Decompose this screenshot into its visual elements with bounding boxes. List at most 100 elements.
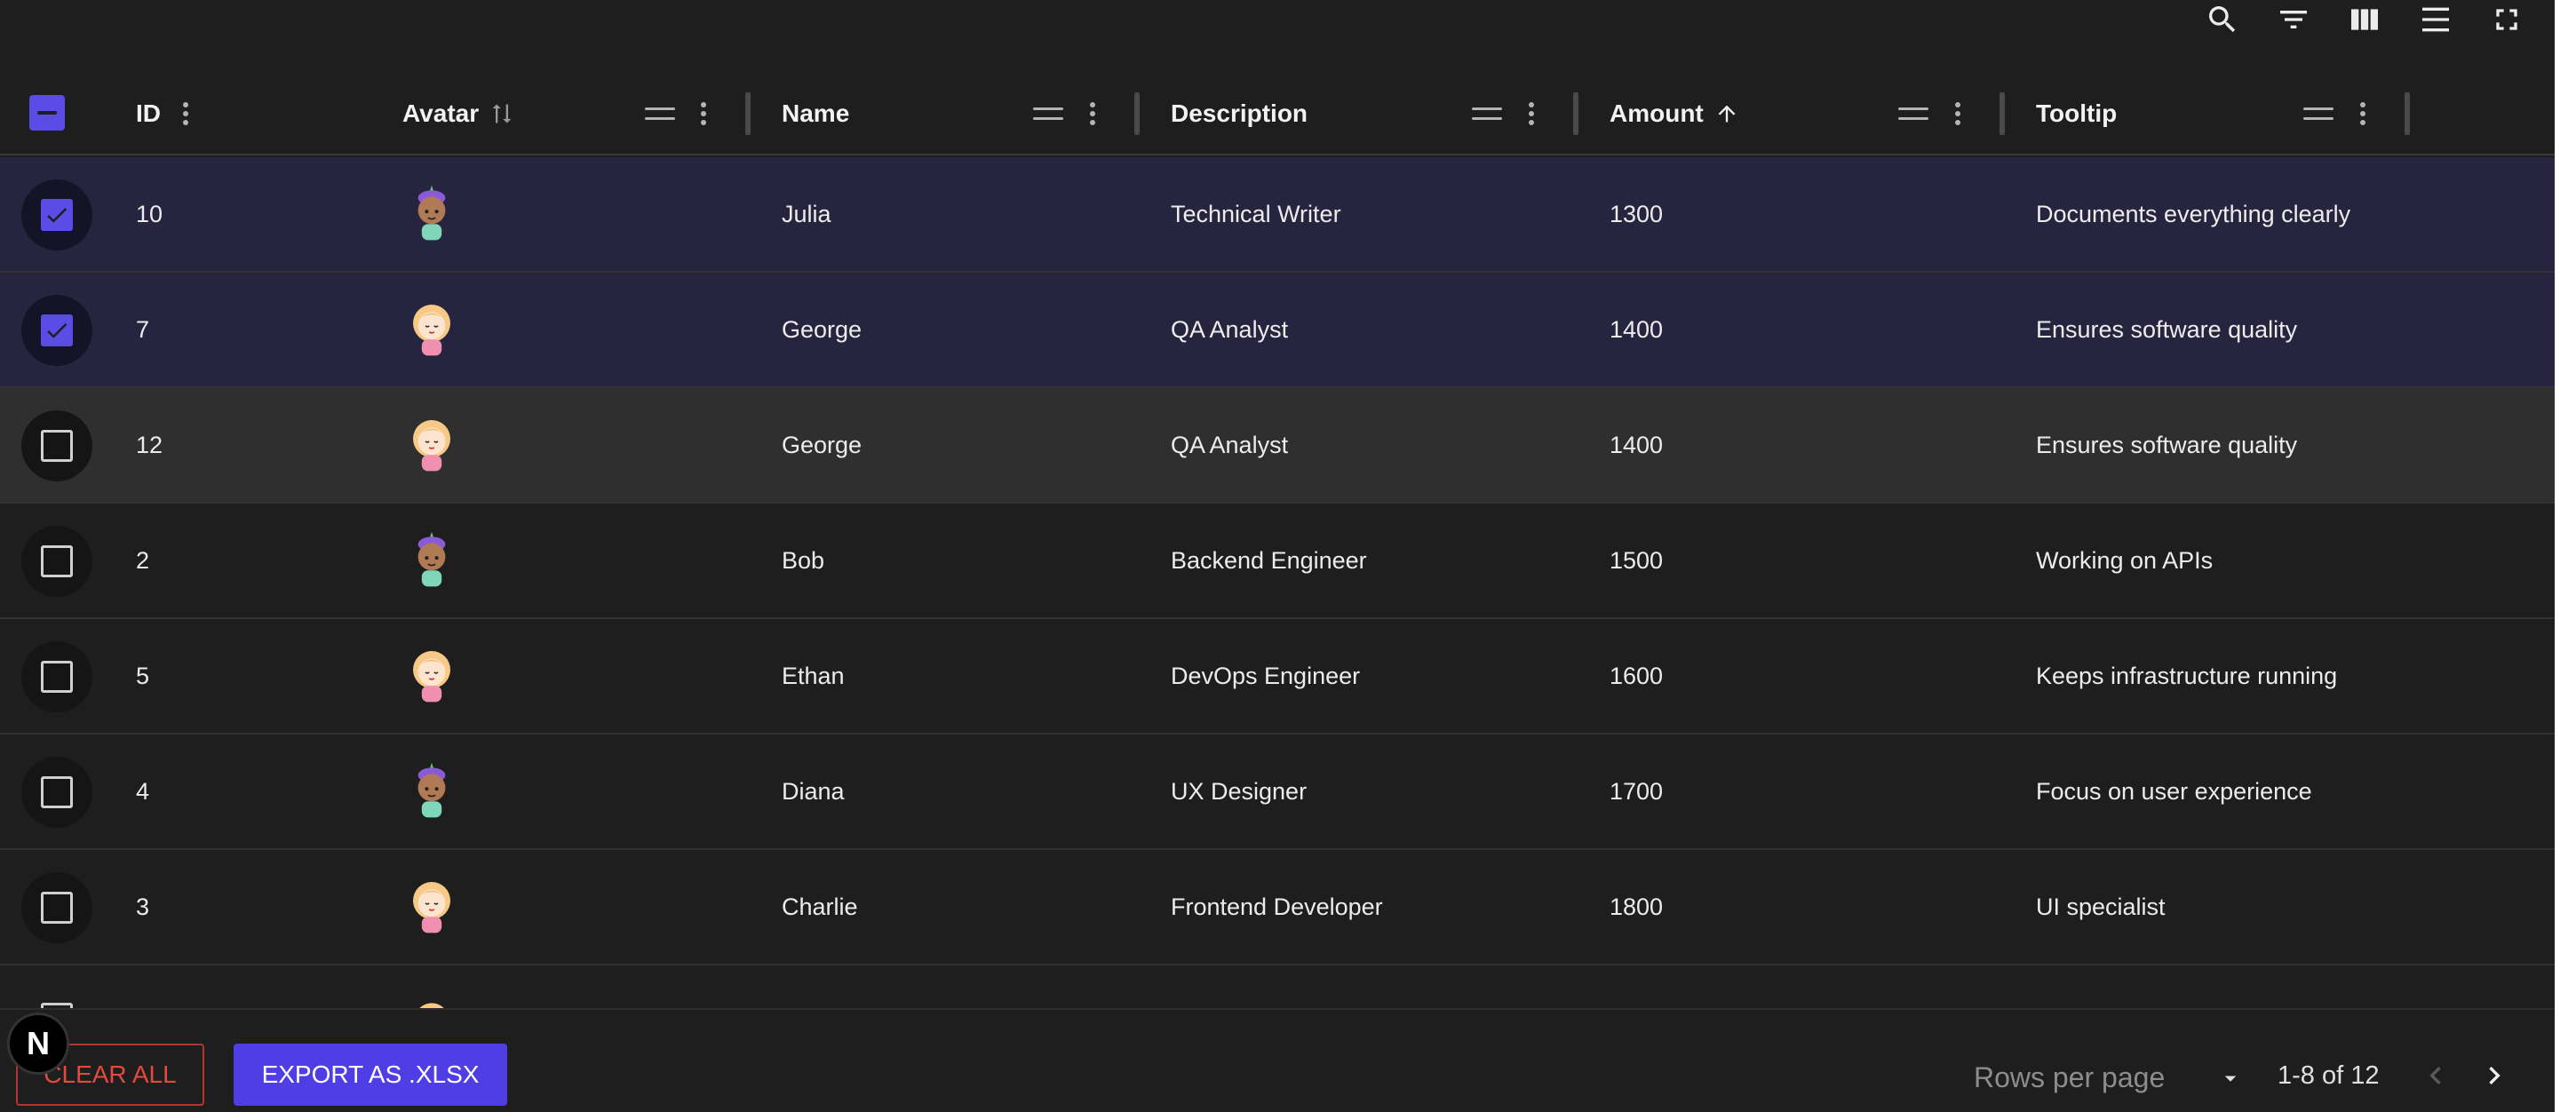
table-row[interactable]: 5 Ethan DevOps Engineer 1600 Keeps infrastru… [0,619,2555,735]
sort-ascending-icon[interactable] [1714,101,1739,126]
n-badge-icon[interactable]: N [7,1013,69,1075]
purple-avatar-icon [407,157,457,271]
column-menu-icon[interactable] [175,98,196,130]
column-drag-handle[interactable] [1472,71,1502,155]
cell-id: 5 [136,662,150,689]
column-resize-handle[interactable] [1134,92,1140,135]
column-menu-icon[interactable] [1947,71,1968,155]
data-grid: ID Avatar Name Description Amount Toolti… [0,0,2555,1112]
density-icon[interactable] [2418,2,2453,37]
search-icon[interactable] [2205,2,2240,37]
purple-avatar-icon [407,735,457,848]
cell-description: Backend Engineer [1171,546,1367,574]
pagination-range: 1-8 of 12 [2278,1061,2380,1090]
cell-amount: 1600 [1610,662,1664,689]
cell-name: George [782,431,863,458]
column-resize-handle[interactable] [2000,92,2005,135]
cell-id: 10 [136,200,163,227]
column-header-tooltip[interactable]: Tooltip [2036,71,2117,155]
cell-name: Julia [782,200,831,227]
table-row[interactable]: 2 Bob Backend Engineer 1500 Working on APIs [0,504,2555,619]
blonde-avatar-icon [407,273,457,386]
cell-description: QA Analyst [1171,315,1289,343]
column-menu-icon[interactable] [1082,71,1103,155]
cell-tooltip: Ensures software quality [2036,315,2298,343]
caret-down-icon [2224,1076,2237,1082]
cell-name: Ethan [782,662,845,689]
rows-per-page-label: Rows per page [1974,1061,2166,1093]
chevron-left-icon [2429,1067,2441,1084]
rows-per-page-dropdown[interactable] [2217,1065,2244,1092]
columns-icon[interactable] [2347,2,2382,37]
export-xlsx-button[interactable]: EXPORT AS .XLSX [234,1044,507,1106]
cell-amount: 1500 [1610,546,1664,574]
column-resize-handle[interactable] [2405,92,2410,135]
next-page-button[interactable] [2477,1058,2512,1093]
column-drag-handle[interactable] [2303,71,2334,155]
blonde-avatar-icon [407,388,457,502]
cell-tooltip: Documents everything clearly [2036,200,2351,227]
cell-amount: 1400 [1610,431,1664,458]
column-menu-icon[interactable] [693,71,714,155]
table-row[interactable]: 10 Julia Technical Writer 1300 Documents eve… [0,157,2555,273]
column-drag-handle[interactable] [645,71,675,155]
column-header-description[interactable]: Description [1171,71,1308,155]
column-drag-handle[interactable] [1898,71,1928,155]
table-row[interactable]: 12 George QA Analyst 1400 Ensures software q… [0,388,2555,504]
cell-description: DevOps Engineer [1171,662,1361,689]
column-menu-icon[interactable] [2352,71,2373,155]
table-row[interactable]: 7 George QA Analyst 1400 Ensures software qu… [0,273,2555,388]
cell-name: George [782,315,863,343]
cell-name: Bob [782,546,825,574]
column-label-name: Name [782,99,850,127]
cell-tooltip: Ensures software quality [2036,431,2298,458]
table-row[interactable]: 3 Charlie Frontend Developer 1800 UI special… [0,850,2555,965]
cell-tooltip: Working on APIs [2036,546,2214,574]
chevron-right-icon [2489,1067,2500,1084]
blonde-avatar-icon [407,850,457,964]
column-label-id: ID [136,99,161,127]
select-all-checkbox[interactable] [29,95,65,131]
column-header-avatar[interactable]: Avatar [402,71,514,155]
column-header-amount[interactable]: Amount [1610,71,1739,155]
cell-amount: 1400 [1610,315,1664,343]
cell-id: 3 [136,893,150,920]
column-label-tooltip: Tooltip [2036,99,2118,127]
cell-amount: 1700 [1610,777,1664,805]
column-header-row: ID Avatar Name Description Amount Toolti… [0,71,2555,155]
column-label-avatar: Avatar [402,99,480,127]
cell-description: Technical Writer [1171,200,1341,227]
sort-both-icon[interactable] [489,101,514,126]
row-checkbox[interactable] [21,641,92,712]
cell-tooltip: UI specialist [2036,893,2166,920]
cell-description: Frontend Developer [1171,893,1383,920]
row-checkbox[interactable] [21,295,92,366]
cell-name: Charlie [782,893,858,920]
blonde-avatar-icon [407,619,457,733]
grid-toolbar [2205,0,2524,39]
window-edge [2555,0,2576,1112]
row-checkbox[interactable] [21,410,92,481]
row-checkbox[interactable] [21,179,92,250]
column-resize-handle[interactable] [1573,92,1578,135]
fullscreen-icon[interactable] [2489,2,2524,37]
column-label-amount: Amount [1610,99,1704,127]
column-header-id[interactable]: ID [136,71,196,155]
row-checkbox[interactable] [21,872,92,943]
column-header-name[interactable]: Name [782,71,849,155]
cell-id: 2 [136,546,150,574]
column-resize-handle[interactable] [745,92,751,135]
cell-description: UX Designer [1171,777,1308,805]
row-checkbox[interactable] [21,757,92,828]
cell-id: 4 [136,777,150,805]
filter-icon[interactable] [2276,2,2311,37]
row-checkbox[interactable] [21,526,92,597]
previous-page-button[interactable] [2418,1058,2453,1093]
cell-amount: 1300 [1610,200,1664,227]
column-menu-icon[interactable] [1521,71,1542,155]
column-drag-handle[interactable] [1033,71,1063,155]
purple-avatar-icon [407,504,457,617]
table-row[interactable]: 4 Diana UX Designer 1700 Focus on user exper… [0,735,2555,850]
cell-description: QA Analyst [1171,431,1289,458]
cell-tooltip: Focus on user experience [2036,777,2312,805]
